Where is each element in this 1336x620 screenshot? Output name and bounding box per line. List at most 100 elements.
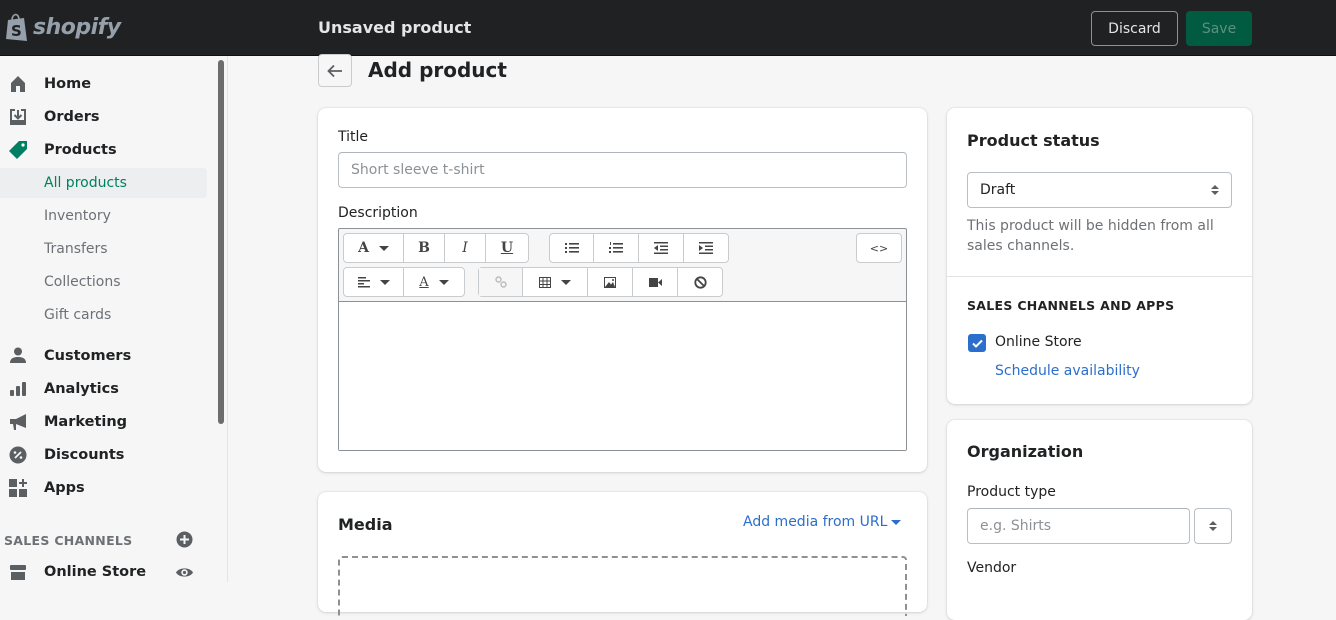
link-button[interactable] (479, 268, 523, 296)
product-type-input[interactable]: e.g. Shirts (967, 508, 1190, 544)
sidebar-subitem-collections[interactable]: Collections (0, 267, 207, 297)
outdent-icon (654, 242, 668, 254)
unsaved-title: Unsaved product (318, 18, 472, 37)
add-media-label: Add media from URL (743, 514, 888, 530)
clear-formatting-icon (693, 275, 707, 289)
sidebar-item-label: Online Store (44, 564, 147, 580)
italic-button[interactable]: I (445, 234, 486, 262)
organization-title: Organization (967, 442, 1084, 461)
schedule-availability-link[interactable]: Schedule availability (995, 363, 1140, 379)
media-card: Media Add media from URL (318, 492, 927, 616)
font-icon: A (358, 240, 369, 256)
online-store-checkbox[interactable] (968, 334, 986, 352)
logo-text: shopify (33, 14, 121, 40)
apps-icon (9, 479, 27, 497)
sidebar-item-orders[interactable]: Orders (0, 102, 207, 132)
sidebar-item-label: Customers (44, 348, 132, 364)
shopify-bag-icon: S (6, 13, 27, 41)
text-color-icon: A (419, 274, 429, 290)
video-icon (648, 277, 662, 287)
insert-group (478, 267, 723, 297)
description-textarea[interactable] (339, 301, 906, 450)
bullet-list-button[interactable] (550, 234, 594, 262)
sidebar-item-label: Orders (44, 109, 100, 125)
organization-card: Organization Product type e.g. Shirts Ve… (947, 420, 1252, 620)
text-color-dropdown[interactable]: A (404, 268, 464, 296)
save-button[interactable]: Save (1186, 11, 1252, 46)
title-label: Title (338, 129, 369, 145)
sidebar-item-marketing[interactable]: Marketing (0, 407, 207, 437)
sidebar-subitem-label: All products (44, 175, 127, 191)
link-icon (494, 276, 507, 288)
show-html-button[interactable]: <> (857, 234, 901, 262)
code-icon: <> (869, 241, 889, 255)
analytics-icon (10, 382, 26, 396)
product-status-card: Product status Draft This product will b… (947, 108, 1252, 404)
add-media-from-url-link[interactable]: Add media from URL (743, 514, 902, 530)
underline-icon: U (500, 240, 514, 256)
arrow-left-icon (327, 64, 342, 77)
sidebar-subitem-label: Collections (44, 274, 121, 290)
align-dropdown[interactable] (344, 268, 404, 296)
sidebar-item-discounts[interactable]: Discounts (0, 440, 207, 470)
svg-text:S: S (11, 22, 22, 40)
eye-icon[interactable] (175, 564, 194, 581)
status-value: Draft (980, 182, 1016, 198)
sidebar-subitem-label: Inventory (44, 208, 111, 224)
sidebar-subitem-inventory[interactable]: Inventory (0, 201, 207, 231)
select-arrows-icon (1209, 521, 1217, 531)
sidebar-subitem-label: Gift cards (44, 307, 112, 323)
title-input[interactable]: Short sleeve t-shirt (338, 152, 907, 188)
sidebar-item-label: Analytics (44, 381, 119, 397)
text-style-group: A B I U (343, 233, 529, 263)
product-details-card: Title Short sleeve t-shirt Description A… (318, 108, 927, 472)
status-select[interactable]: Draft (967, 172, 1232, 208)
online-store-checkbox-label[interactable]: Online Store (995, 334, 1082, 350)
sidebar-item-products[interactable]: Products (0, 135, 207, 165)
insert-image-button[interactable] (588, 268, 633, 296)
bullet-list-icon (564, 243, 579, 253)
sidebar-item-label: Marketing (44, 414, 128, 430)
add-sales-channel-icon[interactable] (176, 531, 193, 548)
customer-icon (10, 347, 26, 363)
numbered-list-button[interactable] (594, 234, 639, 262)
underline-button[interactable]: U (486, 234, 528, 262)
sidebar-item-customers[interactable]: Customers (0, 341, 207, 371)
clear-formatting-button[interactable] (678, 268, 722, 296)
table-dropdown[interactable] (523, 268, 588, 296)
italic-icon: I (462, 240, 468, 256)
orders-icon (10, 109, 26, 125)
back-button[interactable] (318, 54, 352, 87)
sidebar-subitem-all-products[interactable]: All products (0, 168, 207, 198)
sidebar-item-home[interactable]: Home (0, 69, 207, 99)
list-group (549, 233, 729, 263)
sidebar-item-analytics[interactable]: Analytics (0, 374, 207, 404)
sales-channels-apps-heading: SALES CHANNELS AND APPS (967, 298, 1175, 313)
sidebar-subitem-label: Transfers (44, 241, 108, 257)
sidebar-subitem-gift-cards[interactable]: Gift cards (0, 300, 207, 330)
caret-down-icon (379, 279, 390, 285)
numbered-list-icon (609, 242, 623, 253)
page-title: Add product (368, 58, 507, 82)
shopify-logo[interactable]: S shopify (4, 12, 121, 42)
sidebar-item-label: Home (44, 76, 92, 92)
caret-down-icon (561, 279, 571, 285)
media-dropzone[interactable] (338, 556, 907, 616)
discard-button[interactable]: Discard (1091, 11, 1178, 46)
sidebar-item-apps[interactable]: Apps (0, 473, 207, 503)
insert-video-button[interactable] (633, 268, 678, 296)
sidebar-item-label: Apps (44, 480, 85, 496)
tag-icon (9, 141, 27, 159)
indent-icon (699, 242, 713, 254)
media-title: Media (338, 515, 393, 534)
indent-button[interactable] (684, 234, 728, 262)
outdent-button[interactable] (639, 234, 684, 262)
description-label: Description (338, 205, 418, 221)
sidebar-subitem-transfers[interactable]: Transfers (0, 234, 207, 264)
table-icon (539, 276, 551, 288)
format-dropdown[interactable]: A (344, 234, 404, 262)
product-type-dropdown-button[interactable] (1194, 508, 1232, 544)
html-group: <> (856, 233, 902, 263)
sidebar-scrollbar[interactable] (218, 60, 224, 424)
bold-button[interactable]: B (404, 234, 445, 262)
